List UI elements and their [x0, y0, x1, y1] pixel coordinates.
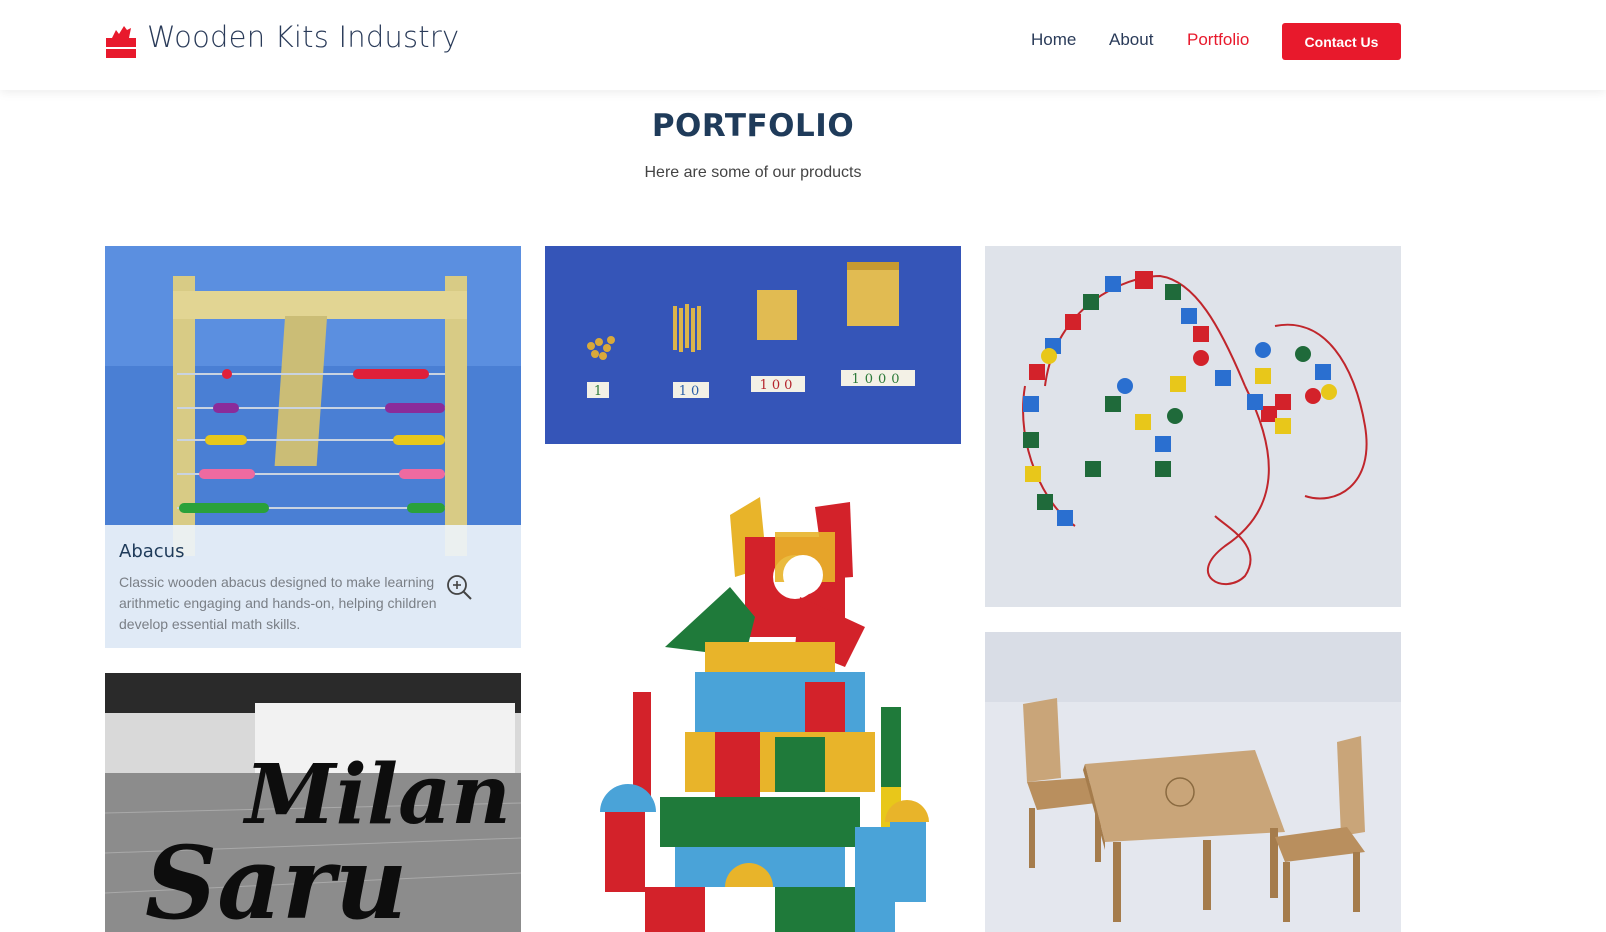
number-card-1000: 1000 — [851, 372, 904, 387]
site-header: Wooden Kits Industry Home About Portfoli… — [0, 0, 1606, 90]
number-card-10: 10 — [679, 384, 704, 399]
portfolio-item-abacus[interactable]: Abacus Classic wooden abacus designed to… — [105, 246, 521, 648]
zoom-in-icon[interactable] — [445, 573, 473, 601]
brand-name[interactable]: Wooden Kits Industry — [147, 20, 459, 54]
name-word-2: Saru — [145, 824, 407, 932]
number-card-100: 100 — [760, 378, 797, 393]
page-title: PORTFOLIO — [651, 108, 855, 144]
portfolio-item-place-value[interactable]: 1 10 100 1000 — [545, 246, 961, 444]
item-description: Classic wooden abacus designed to make l… — [119, 574, 437, 632]
portfolio-item-lacing-beads[interactable] — [985, 246, 1401, 607]
nav-portfolio[interactable]: Portfolio — [1187, 30, 1249, 50]
item-title: Abacus — [119, 541, 185, 562]
lacing-beads-image — [985, 246, 1401, 607]
number-card-1: 1 — [594, 384, 602, 399]
portfolio-item-stacking-blocks[interactable] — [545, 467, 961, 932]
nav-home[interactable]: Home — [1031, 30, 1076, 50]
place-value-image: 1 10 100 1000 — [545, 246, 961, 444]
portfolio-item-table-and-chairs[interactable] — [985, 632, 1401, 932]
contact-us-button[interactable]: Contact Us — [1282, 23, 1401, 60]
nav-about[interactable]: About — [1109, 30, 1153, 50]
portfolio-caption: Abacus Classic wooden abacus designed to… — [105, 525, 521, 648]
name-cutout-image: Milan Saru — [105, 673, 521, 932]
page-subtitle: Here are some of our products — [644, 164, 862, 181]
newki-toys-logo[interactable] — [104, 22, 138, 60]
table-and-chairs-image — [985, 632, 1401, 932]
stacking-blocks-image — [545, 467, 961, 932]
portfolio-item-name-cutout[interactable]: Milan Saru — [105, 673, 521, 932]
